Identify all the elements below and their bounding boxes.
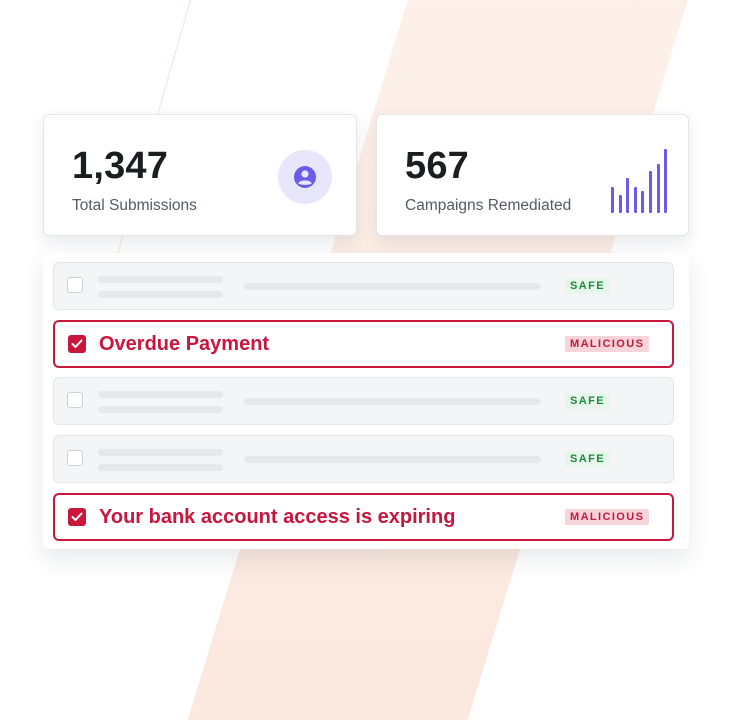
status-badge: SAFE <box>565 451 610 467</box>
stat-card-campaigns-remediated: 567 Campaigns Remediated <box>376 114 689 236</box>
placeholder-line <box>244 456 541 463</box>
placeholder-line <box>98 449 223 456</box>
check-icon <box>71 339 83 348</box>
spark-bar <box>611 187 614 213</box>
row-checkbox[interactable] <box>67 277 83 293</box>
row-checkbox[interactable] <box>67 450 83 466</box>
placeholder-line <box>98 391 223 398</box>
submissions-list: SAFE Overdue Payment MALICIOUS SAFE SAFE… <box>43 253 689 549</box>
status-badge: SAFE <box>565 393 610 409</box>
spark-bar <box>633 187 637 213</box>
spark-bar <box>664 149 668 213</box>
spark-bar <box>626 178 630 213</box>
row-subject: Overdue Payment <box>99 333 270 355</box>
placeholder-line <box>98 464 223 471</box>
placeholder-line <box>98 276 223 283</box>
stat-value: 1,347 <box>72 145 169 187</box>
list-item[interactable]: Your bank account access is expiring MAL… <box>53 493 674 541</box>
status-badge: MALICIOUS <box>565 509 650 525</box>
spark-bar <box>649 171 652 213</box>
placeholder-line <box>98 291 223 298</box>
row-subject: Your bank account access is expiring <box>99 506 456 528</box>
row-checkbox[interactable] <box>68 508 86 526</box>
list-item[interactable]: SAFE <box>53 377 674 425</box>
status-badge: MALICIOUS <box>565 336 650 352</box>
spark-bar <box>618 195 622 213</box>
list-item[interactable]: SAFE <box>53 435 674 483</box>
list-item[interactable]: Overdue Payment MALICIOUS <box>53 320 674 368</box>
stat-value: 567 <box>405 145 470 187</box>
placeholder-line <box>98 406 223 413</box>
check-icon <box>71 512 83 521</box>
user-circle-icon <box>278 150 332 204</box>
stat-label: Campaigns Remediated <box>405 197 572 214</box>
spark-bar <box>641 191 645 213</box>
placeholder-line <box>244 398 541 405</box>
row-checkbox[interactable] <box>67 392 83 408</box>
list-item[interactable]: SAFE <box>53 262 674 310</box>
spark-bar <box>656 164 660 213</box>
bar-chart-icon <box>611 147 675 213</box>
stat-card-total-submissions: 1,347 Total Submissions <box>43 114 357 236</box>
status-badge: SAFE <box>565 278 610 294</box>
stat-label: Total Submissions <box>72 197 197 214</box>
row-checkbox[interactable] <box>68 335 86 353</box>
placeholder-line <box>244 283 541 290</box>
